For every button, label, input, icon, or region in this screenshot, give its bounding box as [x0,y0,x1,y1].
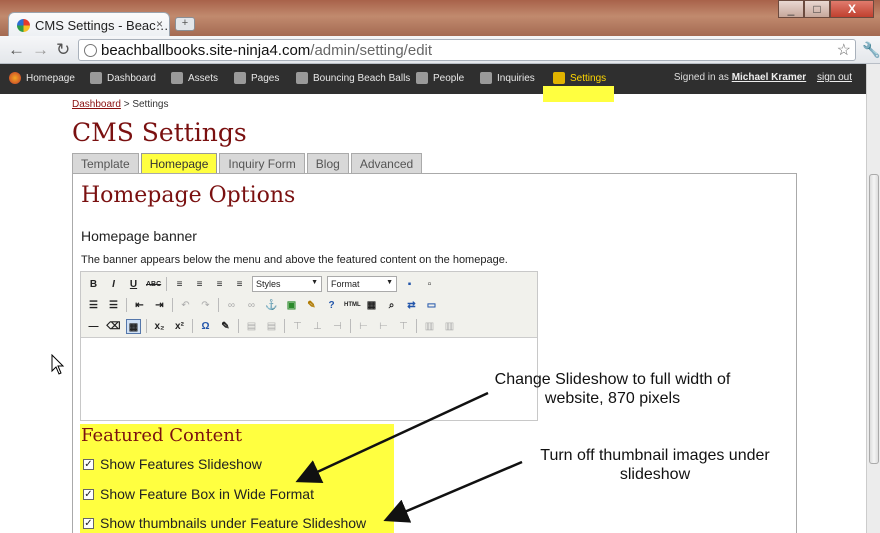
arrow-to-wide-format [295,391,489,483]
annotation-arrows [295,391,523,523]
mouse-cursor-icon [51,354,65,375]
arrow-to-thumbnails [383,460,523,523]
